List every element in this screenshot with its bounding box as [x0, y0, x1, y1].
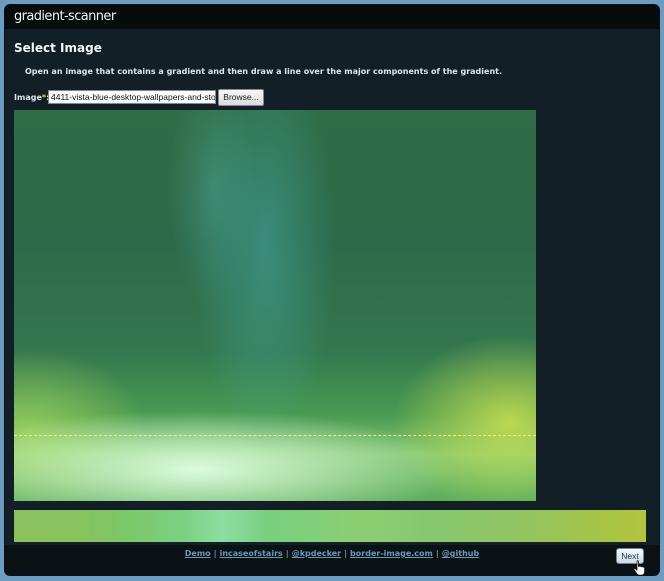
browse-button[interactable]: Browse...	[218, 89, 264, 106]
footer-separator: |	[344, 549, 348, 558]
footer-link-github[interactable]: @github	[442, 549, 479, 558]
gradient-preview-strip	[14, 510, 646, 542]
footer-separator: |	[213, 549, 217, 558]
app-title: gradient-scanner	[14, 9, 116, 24]
hand-pointer-icon	[633, 560, 645, 576]
gradient-scan-line[interactable]	[14, 435, 536, 436]
app-window: gradient-scanner Select Image Open an im…	[4, 4, 660, 576]
footer-separator: |	[285, 549, 289, 558]
footer-separator: |	[435, 549, 439, 558]
footer: Demo | incaseofstairs | @kpdecker | border-ima…	[5, 545, 659, 575]
image-label: Image*:	[14, 93, 49, 102]
footer-link-demo[interactable]: Demo	[185, 549, 211, 558]
instructions-text: Open an image that contains a gradient a…	[25, 67, 502, 76]
footer-link-border-image[interactable]: border-image.com	[350, 549, 433, 558]
section-title: Select Image	[14, 41, 102, 55]
footer-link-kpdecker[interactable]: @kpdecker	[292, 549, 341, 558]
image-label-text: Image	[14, 93, 42, 102]
title-bar: gradient-scanner	[5, 5, 659, 29]
footer-links: Demo | incaseofstairs | @kpdecker | border-ima…	[5, 549, 659, 558]
footer-link-incaseofstairs[interactable]: incaseofstairs	[220, 549, 283, 558]
image-preview-canvas[interactable]	[14, 110, 536, 501]
image-file-input[interactable]: 4411-vista-blue-desktop-wallpapers-and-s…	[48, 90, 216, 104]
